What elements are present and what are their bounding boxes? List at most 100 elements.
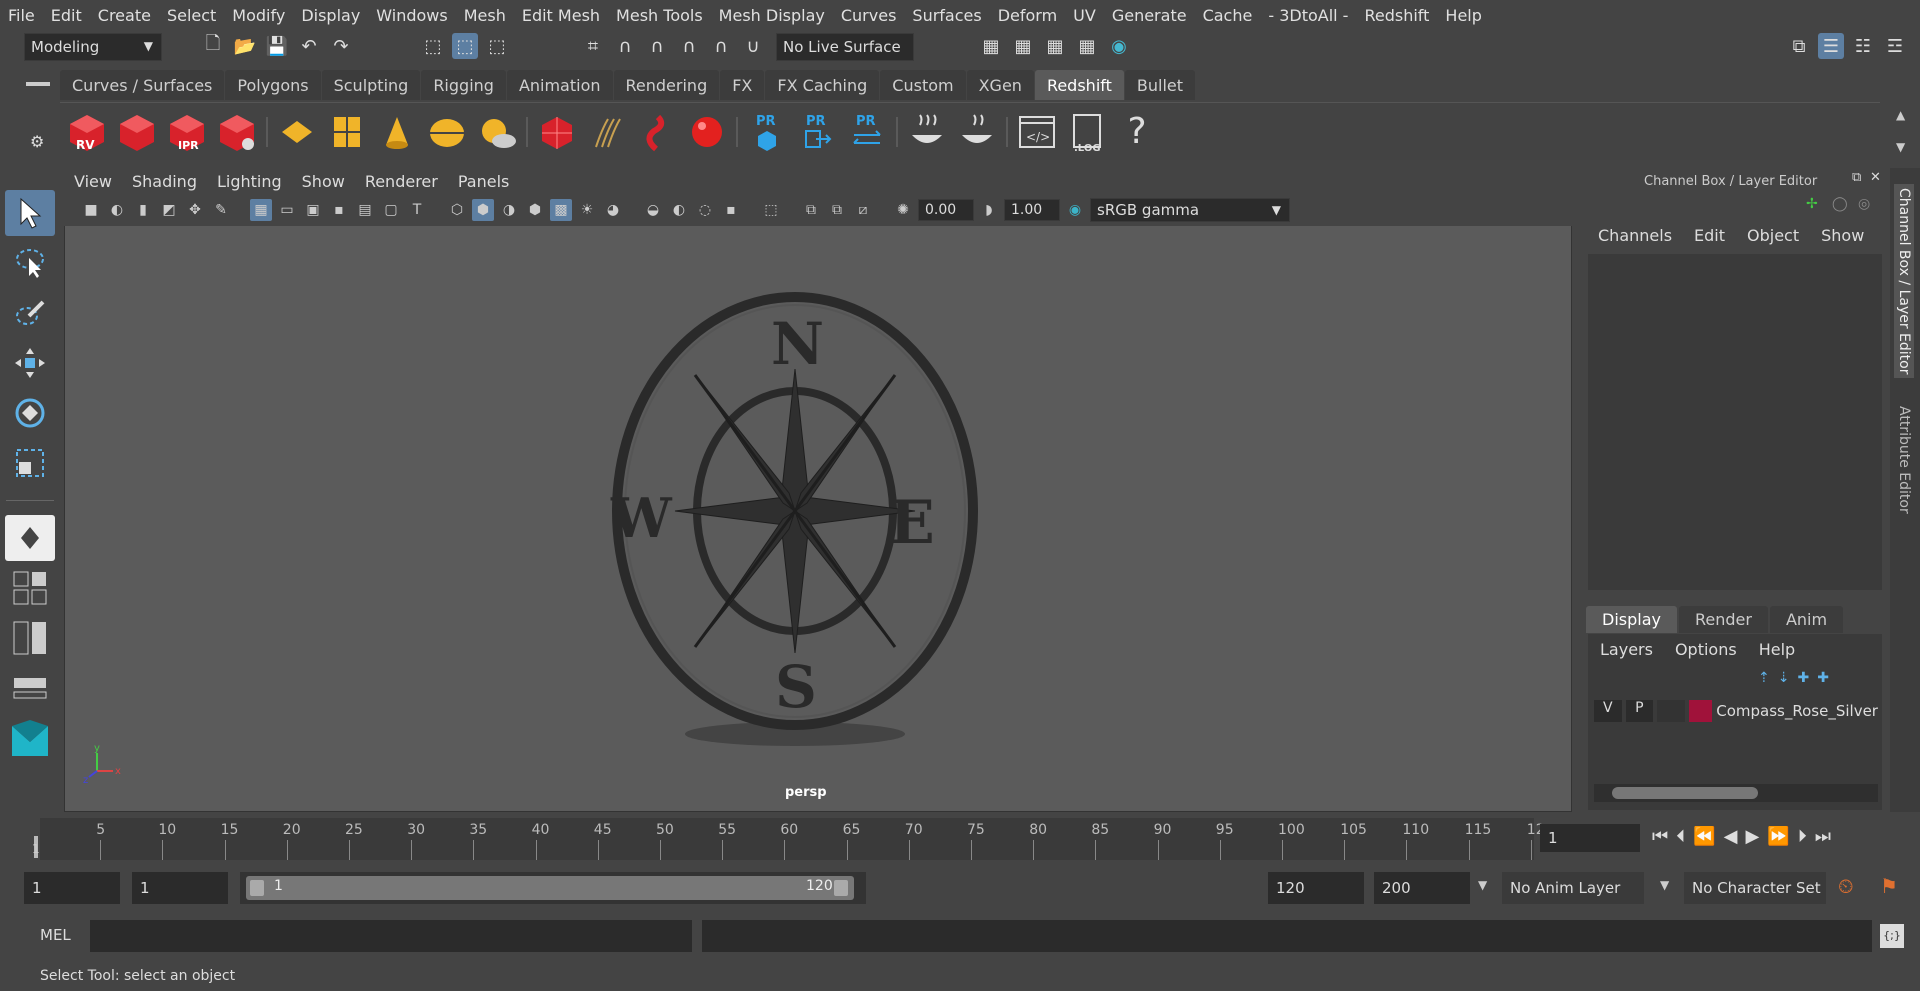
menu-item-mesh-tools[interactable]: Mesh Tools [608,6,711,25]
viewport-menu-lighting[interactable]: Lighting [207,172,292,191]
close-icon[interactable]: ✕ [1870,170,1881,185]
gate-mask-icon[interactable]: ▪ [328,199,350,221]
render-frame-icon[interactable]: ▦ [1010,33,1036,59]
shelf-tab-fx-caching[interactable]: FX Caching [765,70,880,100]
shelf-tab-curves-surfaces[interactable]: Curves / Surfaces [60,70,225,100]
select-hierarchy-icon[interactable]: ⬚ [420,33,446,59]
scrollbar-thumb[interactable] [1612,787,1758,799]
range-end-handle[interactable] [834,880,848,896]
layer-name[interactable]: Compass_Rose_Silver [1716,702,1878,720]
menu-item-select[interactable]: Select [159,6,224,25]
bake-button[interactable] [906,111,948,153]
menu-item-surfaces[interactable]: Surfaces [904,6,989,25]
maya-logo-button[interactable] [5,715,55,761]
layer-type-toggle[interactable] [1657,700,1685,722]
field-chart-icon[interactable]: ▤ [354,199,376,221]
viewport-menu-panels[interactable]: Panels [448,172,520,191]
menu-item-edit[interactable]: Edit [43,6,90,25]
layer-editor-menu-layers[interactable]: Layers [1600,640,1653,659]
smooth-shade-icon[interactable]: ⬢ [472,199,494,221]
new-layer-selected-icon[interactable]: ✚ [1817,670,1829,686]
menu-item-file[interactable]: File [0,6,43,25]
menu-item-uv[interactable]: UV [1065,6,1104,25]
viewport-menu-show[interactable]: Show [292,172,355,191]
script-editor-button[interactable]: </> [1016,111,1058,153]
menu-item-edit-mesh[interactable]: Edit Mesh [514,6,608,25]
camera-icon[interactable]: ■ [80,199,102,221]
rotate-tool-button[interactable] [5,390,55,436]
exposure-field[interactable]: 0.00 [918,199,974,221]
playback-start-field[interactable]: 1 [132,872,228,904]
channel-box-menu-edit[interactable]: Edit [1694,226,1725,245]
channel-box-menu-object[interactable]: Object [1747,226,1799,245]
menu-item-display[interactable]: Display [293,6,368,25]
shelf-tab-bullet[interactable]: Bullet [1124,70,1196,100]
xray-icon[interactable]: ⧉ [800,199,822,221]
menu-item-generate[interactable]: Generate [1104,6,1195,25]
2d-pan-icon[interactable]: ✥ [184,199,206,221]
select-component-icon[interactable]: ⬚ [484,33,510,59]
live-surface-field[interactable]: No Live Surface [776,33,914,61]
graph-layout-button[interactable] [5,665,55,711]
snap-surface-icon[interactable]: ∩ [708,33,734,59]
shelf-tab-rigging[interactable]: Rigging [421,70,506,100]
menu-item-modify[interactable]: Modify [224,6,293,25]
command-input[interactable] [90,920,692,952]
render-settings-icon[interactable]: ▦ [1074,33,1100,59]
channel-box-icon[interactable]: ☲ [1882,33,1908,59]
layer-playback-toggle[interactable]: P [1625,700,1654,722]
menu-item-3dtoall[interactable]: - 3DtoAll - [1260,6,1356,25]
bake-options-button[interactable] [956,111,998,153]
layer-editor-menu-options[interactable]: Options [1675,640,1737,659]
snap-magnet-icon[interactable]: ∪ [740,33,766,59]
go-to-start-icon[interactable]: ⏮ [1652,826,1668,847]
step-back-key-icon[interactable]: ⏪ [1693,826,1715,847]
new-layer-icon[interactable]: ✚ [1797,670,1809,686]
shadows-icon[interactable]: ◕ [602,199,624,221]
pr-export-button[interactable]: PR [796,111,838,153]
shelf-tab-xgen[interactable]: XGen [966,70,1034,100]
go-to-end-icon[interactable]: ⏭ [1815,826,1831,847]
sphere-icon[interactable]: ◯ [1832,196,1848,212]
four-pane-layout-button[interactable] [5,565,55,611]
menu-item-deform[interactable]: Deform [990,6,1065,25]
menu-item-create[interactable]: Create [90,6,159,25]
viewport-menu-renderer[interactable]: Renderer [355,172,448,191]
preferences-run-icon[interactable]: ⚑ [1880,874,1898,898]
tab-channel-box[interactable]: Channel Box / Layer Editor [1894,184,1914,379]
menu-item-help[interactable]: Help [1437,6,1489,25]
redshift-sun-sky-button[interactable] [476,111,518,153]
shelf-tab-custom[interactable]: Custom [880,70,966,100]
tool-settings-icon[interactable]: ☷ [1850,33,1876,59]
xray-active-icon[interactable]: ⧄ [852,199,874,221]
time-ruler[interactable]: 1 5 10 15 20 25 30 35 40 45 50 55 60 65 70 75 80 85 90 95 1… [32,818,1545,860]
select-object-icon[interactable]: ⬚ [452,33,478,59]
play-backwards-icon[interactable]: ◀ [1724,826,1738,847]
hypershade-icon[interactable]: ◉ [1106,33,1132,59]
redshift-render-view-button[interactable]: RV [66,111,108,153]
chevron-down-icon[interactable]: ▼ [1478,878,1487,892]
redshift-material-button[interactable] [686,111,728,153]
select-tool-button[interactable] [5,190,55,236]
redshift-area-light-button[interactable] [326,111,368,153]
image-plane-icon[interactable]: ◩ [158,199,180,221]
axis-icon[interactable]: ✢ [1806,196,1818,212]
gear-icon[interactable]: ⚙ [30,132,44,151]
menu-item-mesh-display[interactable]: Mesh Display [711,6,833,25]
redo-icon[interactable]: ↷ [328,33,354,59]
depth-of-field-icon[interactable]: ▪ [720,199,742,221]
redshift-batch-button[interactable] [116,111,158,153]
character-set-field[interactable]: No Character Set [1684,872,1826,904]
default-material-icon[interactable]: ◑ [498,199,520,221]
move-tool-button[interactable] [5,340,55,386]
viewport-panel[interactable]: N S W E y x z persp [64,168,1572,812]
paint-select-tool-button[interactable] [5,290,55,336]
single-pane-layout-button[interactable] [5,515,55,561]
snap-curve-icon[interactable]: ∩ [612,33,638,59]
isolate-select-icon[interactable]: ⬚ [760,199,782,221]
modeling-toolkit-icon[interactable]: ⧉ [1786,33,1812,59]
grid-icon[interactable]: ▦ [250,199,272,221]
help-button[interactable]: ? [1116,111,1158,153]
layer-visibility-toggle[interactable]: V [1594,700,1622,722]
play-forwards-icon[interactable]: ▶ [1745,826,1759,847]
